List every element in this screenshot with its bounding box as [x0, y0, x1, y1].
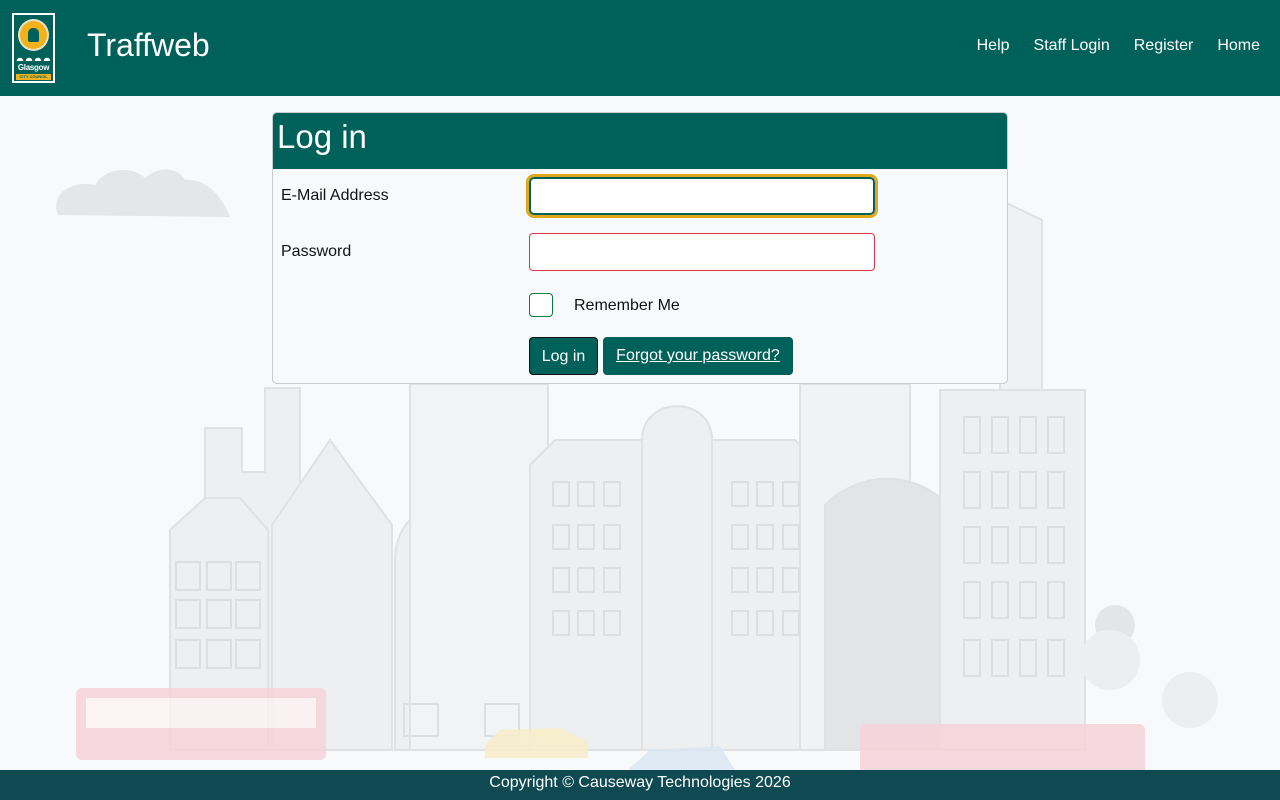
forgot-password-link[interactable]: Forgot your password? [603, 337, 793, 375]
nav-help[interactable]: Help [977, 37, 1010, 55]
main-nav: Help Staff Login Register Home [953, 37, 1260, 55]
site-title[interactable]: Traffweb [87, 27, 210, 64]
waves-icon [16, 53, 51, 61]
footer: Copyright © Causeway Technologies 2026 [0, 770, 1280, 800]
remember-me-checkbox[interactable] [529, 293, 553, 317]
logo-text: Glasgow [17, 63, 50, 72]
login-title: Log in [277, 118, 367, 155]
copyright-text: Copyright © Causeway Technologies 2026 [489, 774, 791, 791]
login-button[interactable]: Log in [529, 337, 598, 375]
nav-staff-login[interactable]: Staff Login [1034, 37, 1110, 55]
remember-me-label[interactable]: Remember Me [574, 297, 680, 315]
top-navbar: Glasgow CITY COUNCIL Traffweb Help Staff… [0, 0, 1280, 96]
password-label: Password [281, 243, 352, 260]
login-card-header [273, 113, 1007, 169]
crest-icon [18, 19, 49, 51]
glasgow-city-council-logo[interactable]: Glasgow CITY COUNCIL [12, 13, 55, 83]
email-field[interactable] [526, 174, 878, 218]
login-card: Log in E-Mail Address Password Remember … [272, 112, 1008, 384]
logo-subtext: CITY COUNCIL [16, 74, 51, 80]
email-label: E-Mail Address [281, 187, 389, 204]
nav-register[interactable]: Register [1134, 37, 1194, 55]
password-field[interactable] [529, 233, 875, 271]
nav-home[interactable]: Home [1217, 37, 1260, 55]
